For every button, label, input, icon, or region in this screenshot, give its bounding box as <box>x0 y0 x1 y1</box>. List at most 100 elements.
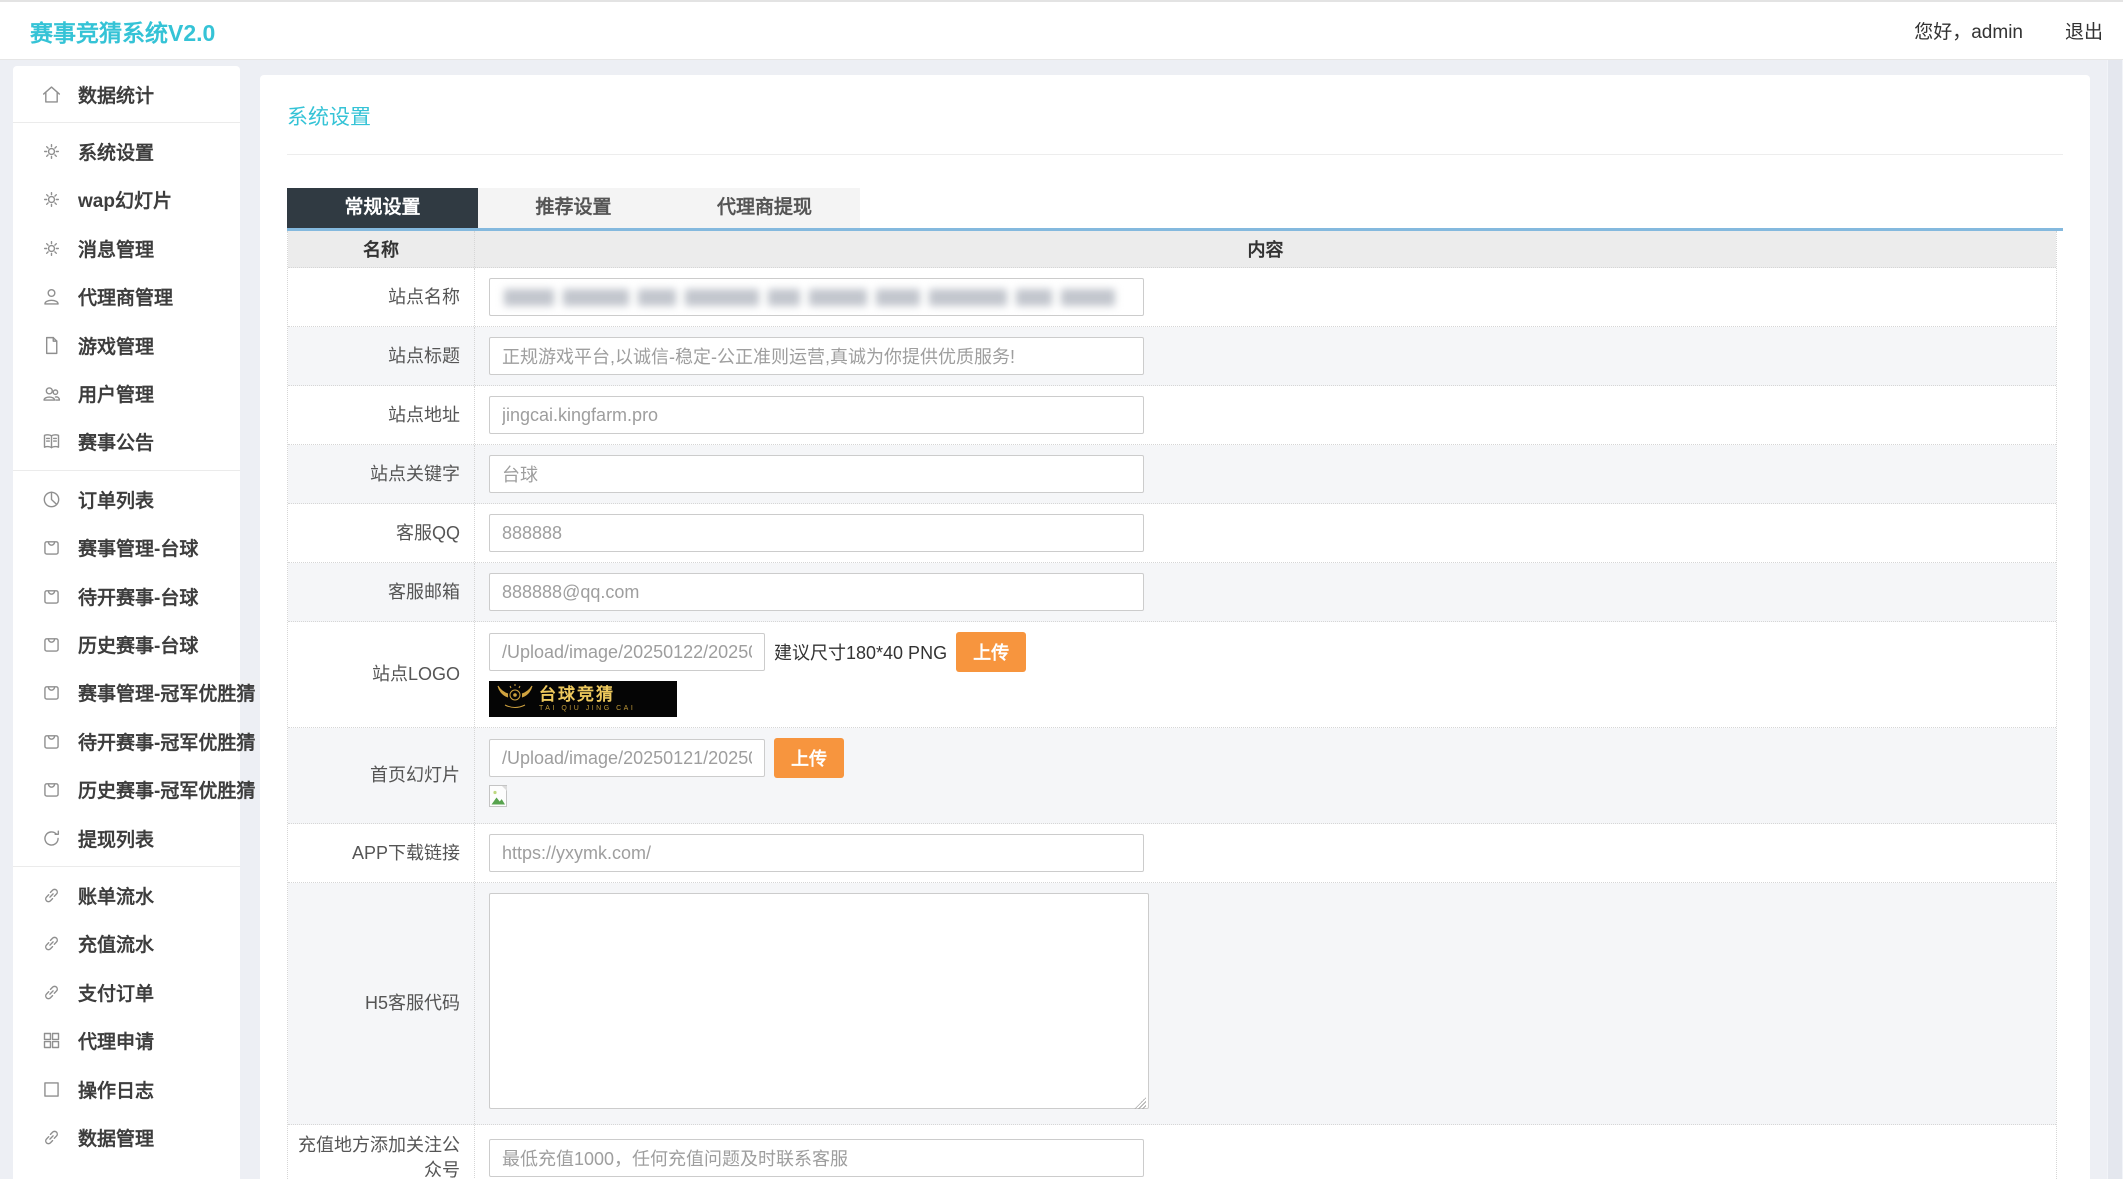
site-name-input-redacted[interactable] <box>489 278 1144 316</box>
sidebar-item-7[interactable]: 赛事公告 <box>13 418 240 466</box>
title-divider <box>287 154 2063 155</box>
sidebar-item-18[interactable]: 支付订单 <box>13 968 240 1016</box>
sidebar-item-label: 数据统计 <box>78 81 154 108</box>
sidebar-item-11[interactable]: 历史赛事-台球 <box>13 620 240 668</box>
sidebar-divider <box>13 470 240 471</box>
sidebar-item-6[interactable]: 用户管理 <box>13 369 240 417</box>
sidebar-divider <box>13 866 240 867</box>
sidebar-item-9[interactable]: 赛事管理-台球 <box>13 524 240 572</box>
column-header-content: 内容 <box>475 231 2056 267</box>
redacted-blob <box>563 289 629 306</box>
sidebar-item-label: 支付订单 <box>78 979 154 1006</box>
row-2-input[interactable] <box>489 396 1144 434</box>
sidebar-item-8[interactable]: 订单列表 <box>13 475 240 523</box>
top-header: 赛事竞猜系统V2.0 您好，admin 退出 <box>0 0 2123 60</box>
pie-icon <box>41 489 62 510</box>
home-icon <box>41 84 62 105</box>
sidebar-menu: 数据统计系统设置wap幻灯片消息管理代理商管理游戏管理用户管理赛事公告订单列表赛… <box>13 70 240 1162</box>
bag-icon <box>41 634 62 655</box>
bag-icon <box>41 682 62 703</box>
upload-button[interactable]: 上传 <box>774 738 844 778</box>
grid-icon <box>41 1030 62 1051</box>
logo-text: 台球竞猜 <box>539 686 635 703</box>
page-title: 系统设置 <box>287 75 2063 131</box>
broken-image-icon <box>489 785 510 813</box>
bag-icon <box>41 779 62 800</box>
table-row: APP下载链接 <box>288 824 2056 883</box>
row-6-upload-path-input[interactable] <box>489 633 765 671</box>
table-row: H5客服代码 <box>288 883 2056 1125</box>
row-label: 客服邮箱 <box>388 580 460 604</box>
row-label: 站点标题 <box>388 344 460 368</box>
sidebar-item-label: 代理申请 <box>78 1027 154 1054</box>
site-logo-preview: 台球竞猜TAI QIU JING CAI <box>489 681 677 717</box>
logo-emblem-icon <box>495 682 535 717</box>
row-label: 客服QQ <box>396 521 460 545</box>
row-10-input[interactable] <box>489 1139 1144 1177</box>
redacted-blob <box>1016 289 1052 306</box>
sidebar-item-1[interactable]: 系统设置 <box>13 127 240 175</box>
table-row: 站点名称 <box>288 268 2056 327</box>
gear-icon <box>41 141 62 162</box>
table-header-row: 名称 内容 <box>288 231 2056 268</box>
table-row: 首页幻灯片 上传 <box>288 728 2056 824</box>
sidebar-item-20[interactable]: 操作日志 <box>13 1065 240 1113</box>
row-label: H5客服代码 <box>365 991 460 1015</box>
book-icon <box>41 431 62 452</box>
tab-recommend-settings[interactable]: 推荐设置 <box>478 188 669 228</box>
sidebar-item-label: 用户管理 <box>78 380 154 407</box>
row-1-input[interactable] <box>489 337 1144 375</box>
sidebar-item-2[interactable]: wap幻灯片 <box>13 176 240 224</box>
textarea-resize-handle[interactable] <box>1134 1097 1146 1109</box>
row-label: 站点地址 <box>388 403 460 427</box>
sidebar-item-19[interactable]: 代理申请 <box>13 1016 240 1064</box>
redacted-blob <box>768 289 800 306</box>
sidebar-item-label: 系统设置 <box>78 138 154 165</box>
scrollbar-thumb[interactable] <box>2108 40 2122 1179</box>
row-5-input[interactable] <box>489 573 1144 611</box>
row-4-input[interactable] <box>489 514 1144 552</box>
sidebar-item-5[interactable]: 游戏管理 <box>13 321 240 369</box>
h5-service-code-textarea[interactable] <box>489 893 1149 1109</box>
row-label: APP下载链接 <box>352 841 460 865</box>
sidebar: 数据统计系统设置wap幻灯片消息管理代理商管理游戏管理用户管理赛事公告订单列表赛… <box>13 66 240 1179</box>
table-row: 站点标题 <box>288 327 2056 386</box>
sidebar-item-4[interactable]: 代理商管理 <box>13 273 240 321</box>
upload-size-hint: 建议尺寸180*40 PNG <box>774 639 947 665</box>
sidebar-item-label: 历史赛事-台球 <box>78 631 198 658</box>
sidebar-item-label: wap幻灯片 <box>78 186 172 213</box>
sidebar-item-10[interactable]: 待开赛事-台球 <box>13 572 240 620</box>
upload-button[interactable]: 上传 <box>956 632 1026 672</box>
sidebar-item-12[interactable]: 赛事管理-冠军优胜猜 <box>13 669 240 717</box>
sidebar-item-0[interactable]: 数据统计 <box>13 70 240 118</box>
sidebar-item-3[interactable]: 消息管理 <box>13 224 240 272</box>
row-label: 站点LOGO <box>372 662 460 686</box>
logout-link[interactable]: 退出 <box>2065 17 2103 44</box>
sidebar-item-13[interactable]: 待开赛事-冠军优胜猜 <box>13 717 240 765</box>
sidebar-item-label: 操作日志 <box>78 1076 154 1103</box>
sidebar-item-14[interactable]: 历史赛事-冠军优胜猜 <box>13 765 240 813</box>
file-icon <box>41 335 62 356</box>
row-label: 充值地方添加关注公众号 <box>294 1133 460 1179</box>
table-row: 充值地方添加关注公众号 <box>288 1125 2056 1179</box>
sidebar-item-17[interactable]: 充值流水 <box>13 920 240 968</box>
scrollbar-track[interactable] <box>2107 0 2123 1179</box>
bag-icon <box>41 731 62 752</box>
tab-general-settings[interactable]: 常规设置 <box>287 188 478 228</box>
row-label: 站点关键字 <box>370 462 460 486</box>
redacted-blob <box>685 289 759 306</box>
row-8-input[interactable] <box>489 834 1144 872</box>
sidebar-item-label: 赛事公告 <box>78 428 154 455</box>
redacted-blob <box>638 289 676 306</box>
sidebar-item-15[interactable]: 提现列表 <box>13 814 240 862</box>
row-3-input[interactable] <box>489 455 1144 493</box>
row-7-upload-path-input[interactable] <box>489 739 765 777</box>
user-greeting: 您好，admin <box>1914 17 2023 44</box>
redacted-blob <box>504 289 554 306</box>
tab-agent-withdraw[interactable]: 代理商提现 <box>669 188 860 228</box>
row-label: 首页幻灯片 <box>370 763 460 787</box>
sidebar-item-label: 账单流水 <box>78 882 154 909</box>
sidebar-item-21[interactable]: 数据管理 <box>13 1113 240 1161</box>
sidebar-item-label: 待开赛事-台球 <box>78 583 198 610</box>
sidebar-item-16[interactable]: 账单流水 <box>13 871 240 919</box>
